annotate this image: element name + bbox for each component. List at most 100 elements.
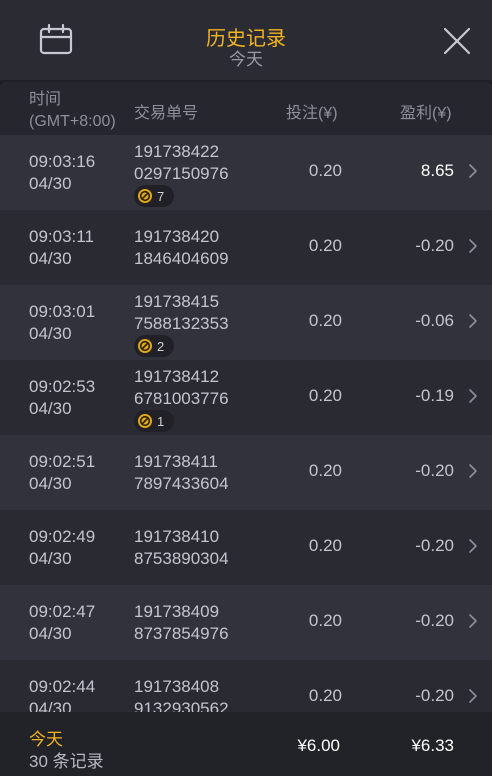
row-profit: -0.20	[415, 611, 454, 630]
chevron-right-icon[interactable]	[468, 613, 478, 629]
row-order-line2: 0297150976	[134, 164, 229, 183]
chevron-right-icon[interactable]	[468, 538, 478, 554]
multiplier-badge: 2	[134, 335, 175, 357]
row-time: 09:03:16 04/30	[29, 151, 95, 195]
badge-count: 7	[157, 188, 165, 204]
chevron-right-icon[interactable]	[468, 388, 478, 404]
row-order-line1: 191738415	[134, 292, 220, 311]
row-order-line2: 9132930562	[134, 699, 229, 712]
row-order-line2: 8737854976	[134, 624, 229, 643]
row-time-clock: 09:02:47	[29, 602, 96, 621]
row-time-clock: 09:03:11	[29, 227, 94, 246]
close-icon[interactable]	[438, 22, 476, 60]
row-profit: -0.20	[415, 536, 454, 555]
row-time-clock: 09:02:51	[29, 452, 96, 471]
row-time: 09:02:53 04/30	[29, 376, 95, 420]
row-order-line2: 7588132353	[134, 314, 229, 333]
chevron-right-icon[interactable]	[468, 463, 478, 479]
history-row[interactable]: 09:02:44 04/30 191738408 9132930562 0.20 -0.2…	[0, 660, 492, 712]
row-profit: -0.06	[415, 311, 454, 330]
row-time-clock: 09:03:16	[29, 152, 96, 171]
history-row[interactable]: 09:02:47 04/30 191738409 8737854976 0.20 -0.2…	[0, 585, 492, 660]
row-bet: 0.20	[308, 611, 342, 630]
row-time: 09:02:51 04/30	[29, 451, 95, 495]
row-bet: 0.20	[308, 311, 342, 330]
column-bet: 投注(¥)	[286, 105, 338, 122]
row-bet: 0.20	[308, 161, 342, 180]
chevron-right-icon[interactable]	[468, 163, 478, 179]
coin-icon	[137, 413, 153, 429]
footer-total-bet: ¥6.00	[297, 736, 340, 755]
header: 历史记录 今天	[0, 0, 492, 82]
summary-footer: 今天 30 条记录 ¥6.00 ¥6.33	[0, 712, 492, 776]
row-bet: 0.20	[308, 536, 342, 555]
coin-icon	[137, 338, 153, 354]
column-order: 交易单号	[134, 105, 199, 122]
row-order-number: 191738420 1846404609	[134, 226, 229, 270]
history-row[interactable]: 09:02:49 04/30 191738410 8753890304 0.20 -0.2…	[0, 510, 492, 585]
row-time-date: 04/30	[29, 399, 72, 418]
column-profit: 盈利(¥)	[400, 105, 452, 122]
row-time: 09:03:11 04/30	[29, 226, 94, 270]
history-row[interactable]: 09:03:11 04/30 191738420 1846404609 0.20 -0.2…	[0, 210, 492, 285]
row-profit: -0.20	[415, 686, 454, 705]
row-bet: 0.20	[308, 236, 342, 255]
column-time: 时间 (GMT+8:00)	[29, 89, 116, 133]
history-row[interactable]: 09:02:53 04/30 191738412 6781003776 1 0.20 -0.…	[0, 360, 492, 435]
row-order-number: 191738411 7897433604	[134, 451, 229, 495]
row-time-clock: 09:02:44	[29, 677, 96, 696]
row-time: 09:02:47 04/30	[29, 601, 95, 645]
row-order-number: 191738415 7588132353	[134, 291, 229, 335]
history-row[interactable]: 09:03:16 04/30 191738422 0297150976 7 0.20 8.6…	[0, 135, 492, 210]
row-profit: -0.20	[415, 461, 454, 480]
coin-icon	[137, 188, 153, 204]
chevron-right-icon[interactable]	[468, 238, 478, 254]
row-order-line2: 1846404609	[134, 249, 229, 268]
row-order-number: 191738409 8737854976	[134, 601, 229, 645]
row-order-number: 191738410 8753890304	[134, 526, 229, 570]
row-order-line1: 191738420	[134, 227, 220, 246]
history-row[interactable]: 09:03:01 04/30 191738415 7588132353 2 0.20 -0.…	[0, 285, 492, 360]
row-time-date: 04/30	[29, 549, 72, 568]
row-profit: 8.65	[420, 161, 454, 180]
history-list[interactable]: 09:03:16 04/30 191738422 0297150976 7 0.20 8.6…	[0, 135, 492, 712]
column-header: 时间 (GMT+8:00) 交易单号 投注(¥) 盈利(¥)	[0, 84, 492, 135]
row-time-clock: 09:02:53	[29, 377, 96, 396]
row-profit: -0.19	[415, 386, 454, 405]
row-order-number: 191738412 6781003776	[134, 366, 229, 410]
row-order-line2: 6781003776	[134, 389, 229, 408]
badge-count: 1	[157, 413, 165, 429]
row-time-date: 04/30	[29, 249, 72, 268]
column-time-label: 时间	[29, 91, 62, 108]
row-time-date: 04/30	[29, 324, 72, 343]
row-order-number: 191738408 9132930562	[134, 676, 229, 712]
row-order-line1: 191738410	[134, 527, 220, 546]
row-order-line1: 191738412	[134, 367, 220, 386]
row-time-clock: 09:03:01	[29, 302, 96, 321]
row-bet: 0.20	[308, 686, 342, 705]
badge-count: 2	[157, 338, 165, 354]
row-time-date: 04/30	[29, 699, 72, 712]
row-bet: 0.20	[308, 386, 342, 405]
row-order-line2: 8753890304	[134, 549, 229, 568]
row-time-clock: 09:02:49	[29, 527, 96, 546]
row-order-line1: 191738422	[134, 142, 220, 161]
row-time: 09:03:01 04/30	[29, 301, 95, 345]
chevron-right-icon[interactable]	[468, 688, 478, 704]
row-order-number: 191738422 0297150976	[134, 141, 229, 185]
page-subtitle: 今天	[229, 50, 263, 69]
row-order-line2: 7897433604	[134, 474, 229, 493]
footer-total-profit: ¥6.33	[411, 736, 454, 755]
row-order-line1: 191738411	[134, 452, 218, 471]
chevron-right-icon[interactable]	[468, 313, 478, 329]
row-time: 09:02:44 04/30	[29, 676, 95, 712]
history-row[interactable]: 09:02:51 04/30 191738411 7897433604 0.20 -0.2…	[0, 435, 492, 510]
row-time-date: 04/30	[29, 474, 72, 493]
row-time-date: 04/30	[29, 624, 72, 643]
row-time: 09:02:49 04/30	[29, 526, 95, 570]
row-profit: -0.20	[415, 236, 454, 255]
row-order-line1: 191738408	[134, 677, 220, 696]
multiplier-badge: 7	[134, 185, 175, 207]
multiplier-badge: 1	[134, 410, 175, 432]
column-time-zone: (GMT+8:00)	[29, 113, 116, 130]
